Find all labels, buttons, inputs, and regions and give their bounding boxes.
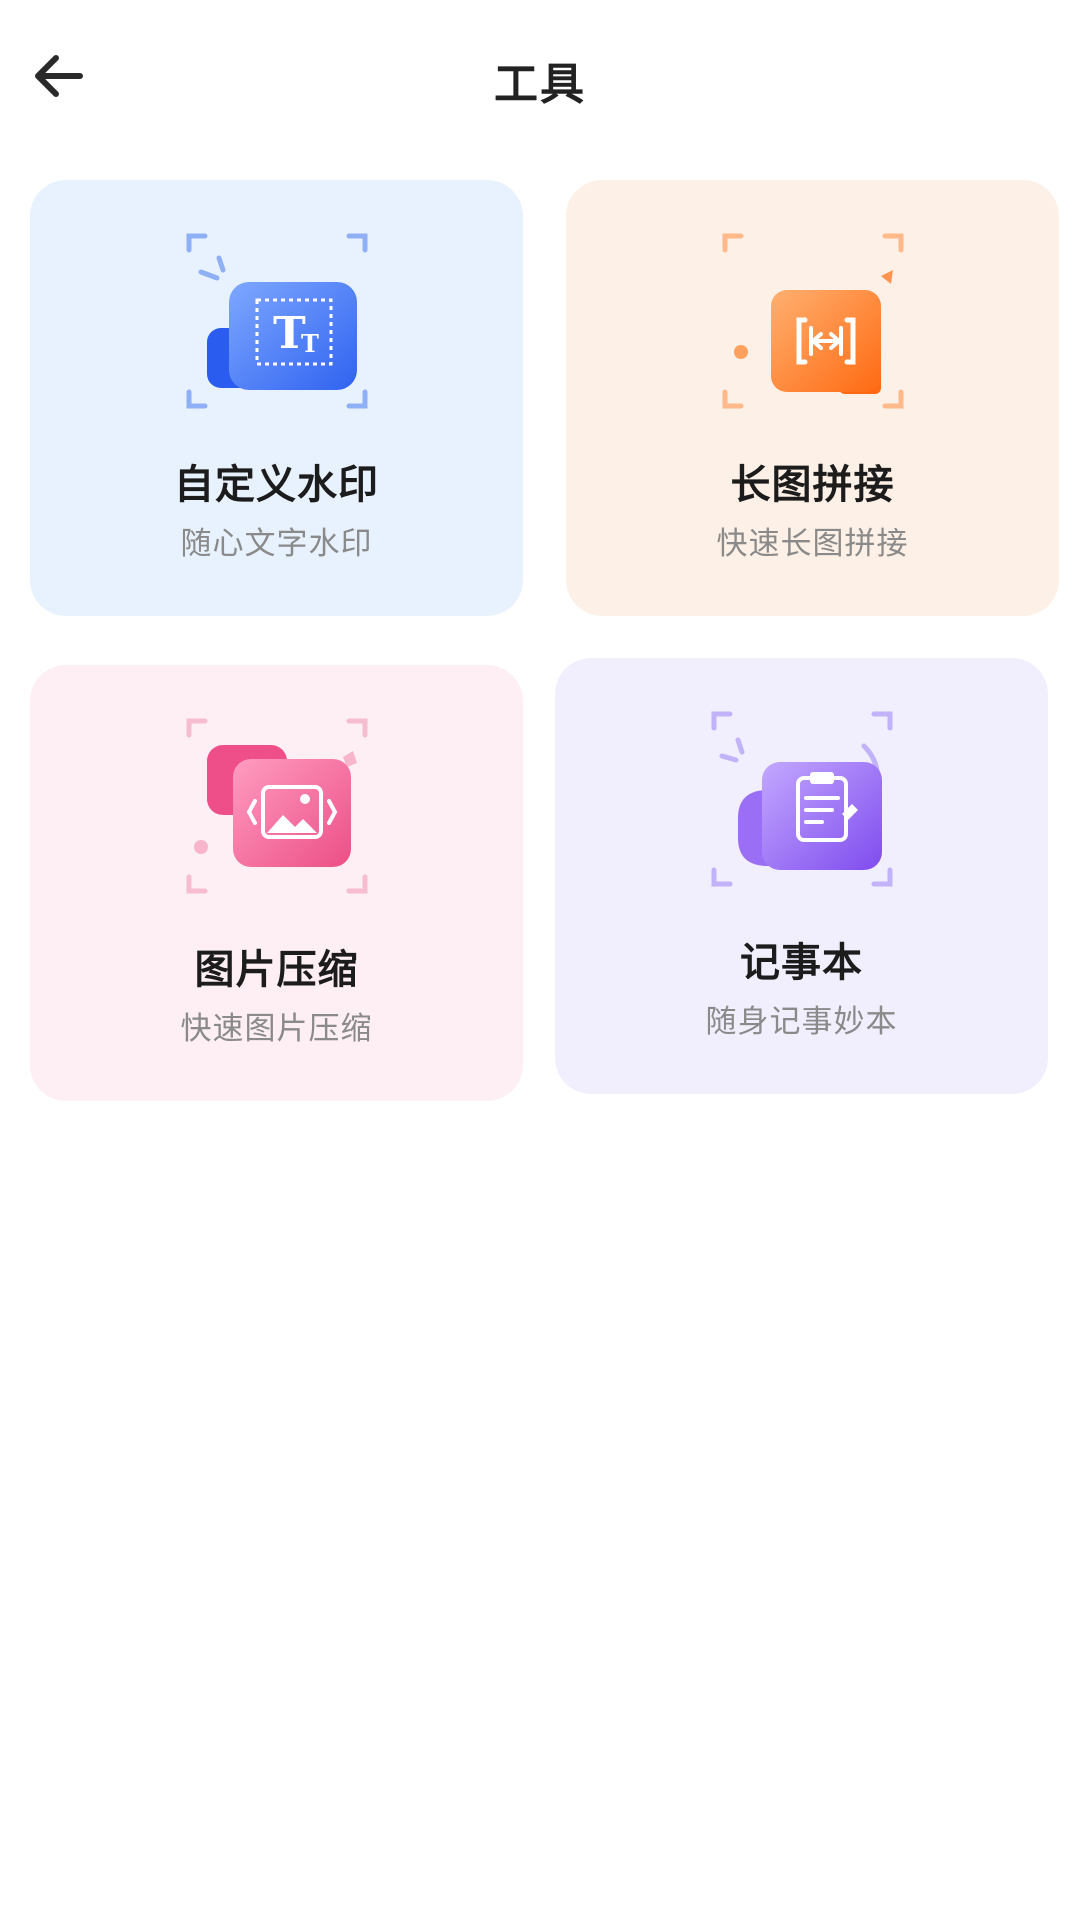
tool-card-long-image-stitch[interactable]: 长图拼接 快速长图拼接 bbox=[566, 180, 1059, 616]
tool-subtitle: 快速长图拼接 bbox=[716, 526, 909, 562]
tool-title: 长图拼接 bbox=[730, 462, 895, 508]
tool-card-notepad[interactable]: 记事本 随身记事妙本 bbox=[555, 658, 1048, 1094]
tool-title: 图片压缩 bbox=[194, 947, 359, 993]
tool-title: 自定义水印 bbox=[174, 462, 379, 508]
page-title: 工具 bbox=[494, 59, 586, 110]
tool-subtitle: 随心文字水印 bbox=[180, 526, 373, 562]
tool-card-image-compress[interactable]: 图片压缩 快速图片压缩 bbox=[30, 665, 523, 1101]
tool-subtitle: 快速图片压缩 bbox=[180, 1011, 373, 1047]
tool-title: 记事本 bbox=[740, 940, 863, 986]
image-stitch-icon bbox=[722, 233, 903, 409]
svg-text:T: T bbox=[301, 329, 319, 358]
text-watermark-icon: T T bbox=[186, 233, 367, 409]
notepad-icon bbox=[711, 711, 892, 887]
tools-page: 工具 T T 自定义水印 随心文字水印 长图拼接 快速长图拼接 图片压缩 快速图… bbox=[0, 0, 1080, 1920]
tool-subtitle: 随身记事妙本 bbox=[705, 1004, 898, 1040]
tool-card-custom-watermark[interactable]: T T 自定义水印 随心文字水印 bbox=[30, 180, 523, 616]
top-bar: 工具 bbox=[0, 0, 1080, 150]
image-compress-icon bbox=[186, 718, 367, 894]
